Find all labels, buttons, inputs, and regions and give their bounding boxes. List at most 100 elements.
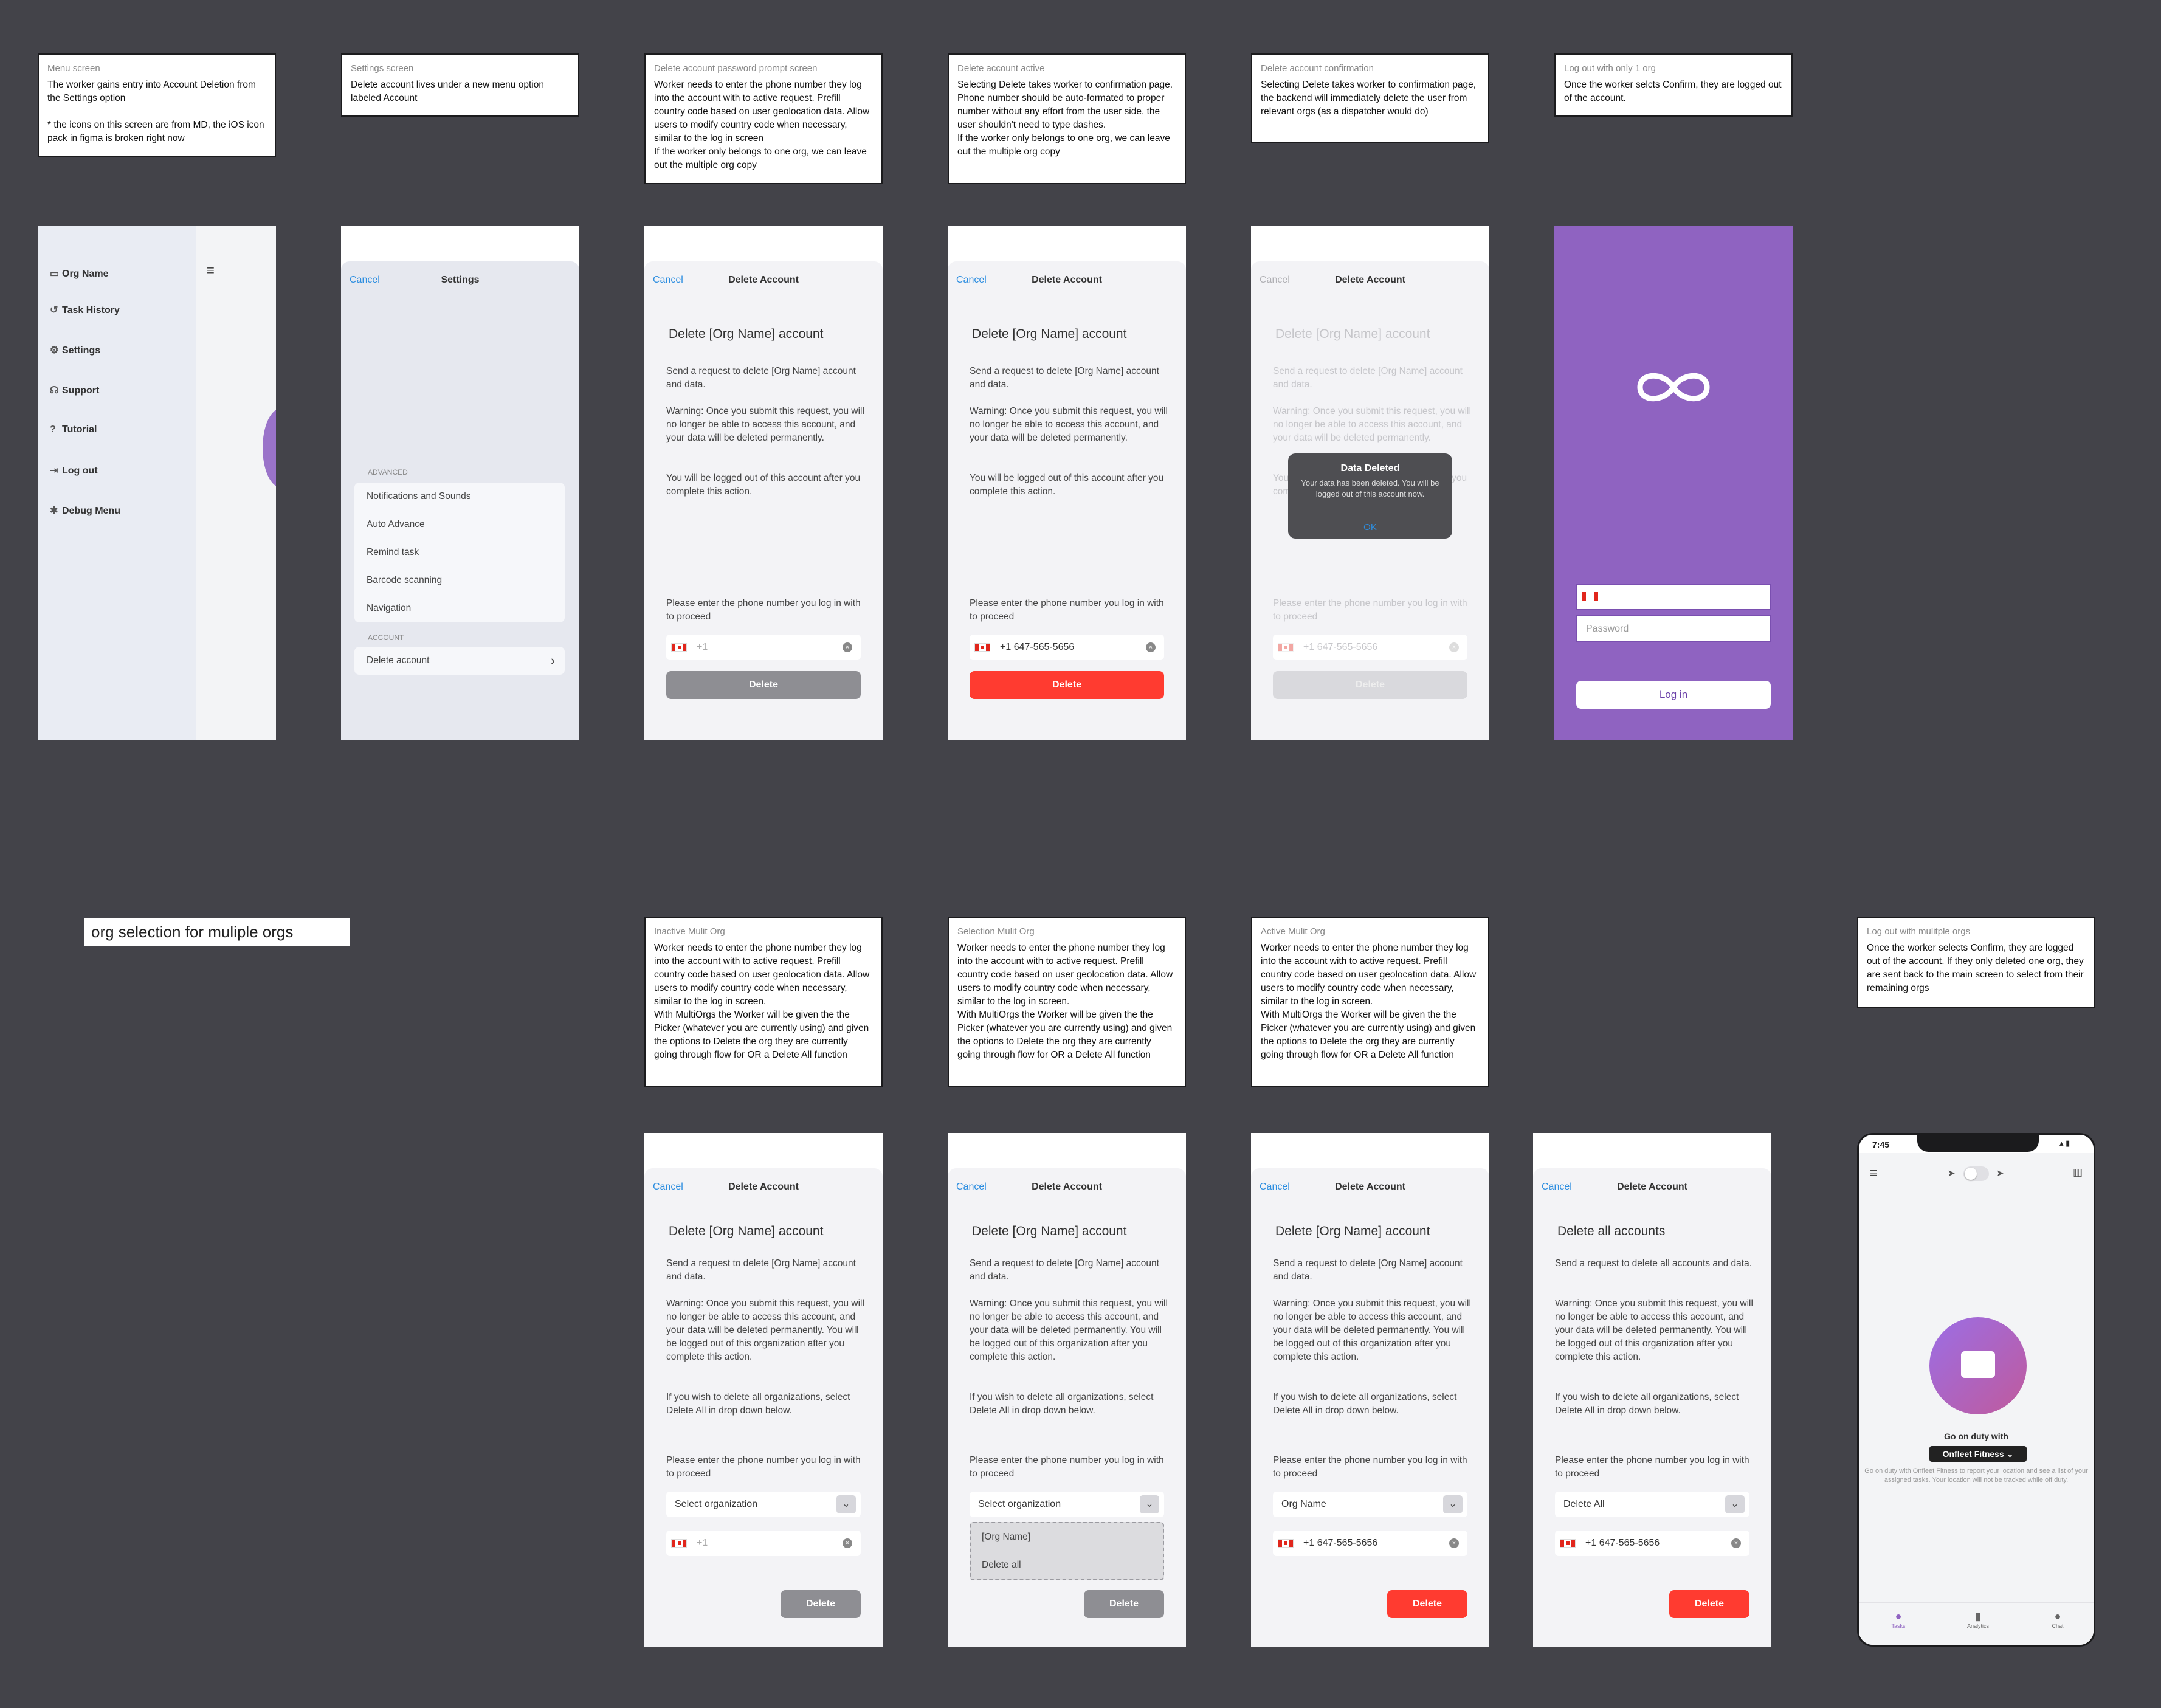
nav-title: Delete Account	[1335, 1182, 1405, 1192]
menu-item-tutorial[interactable]: ? Tutorial	[50, 424, 97, 435]
canada-flag-icon[interactable]	[671, 1539, 687, 1548]
clear-icon[interactable]: ×	[1731, 1538, 1741, 1548]
menu-item-debug[interactable]: ✱ Debug Menu	[50, 504, 120, 517]
delete-intro: Send a request to delete [Org Name] acco…	[666, 366, 856, 390]
note-body: Once the worker selcts Confirm, they are…	[1564, 80, 1782, 103]
canada-flag-icon[interactable]	[974, 643, 990, 652]
settings-row[interactable]: Notifications and Sounds	[354, 483, 565, 511]
duty-description: Go on duty with Onfleet Fitness to repor…	[1864, 1467, 2088, 1484]
chevron-down-icon[interactable]: ⌄	[836, 1495, 856, 1513]
delete-button[interactable]: Delete	[970, 671, 1164, 699]
delete-button[interactable]: Delete	[1084, 1590, 1164, 1618]
hamburger-icon[interactable]: ≡	[1870, 1165, 1878, 1181]
menu-item-org-name[interactable]: ▭ Org Name	[50, 267, 108, 280]
delete-button[interactable]: Delete	[666, 671, 861, 699]
duty-toggle[interactable]	[1963, 1166, 1989, 1181]
note-title: Delete account password prompt screen	[654, 63, 818, 74]
tab-chat[interactable]: ● Chat	[2042, 1610, 2073, 1629]
section-header-advanced: ADVANCED	[368, 468, 408, 477]
org-select[interactable]: Select organization ⌄	[970, 1492, 1164, 1517]
delete-all-note: If you wish to delete all organizations,…	[1555, 1392, 1739, 1416]
canada-flag-icon[interactable]	[1582, 592, 1598, 601]
tab-analytics[interactable]: ▮ Analytics	[1962, 1610, 1994, 1629]
settings-row[interactable]: Barcode scanning	[354, 566, 565, 594]
canada-flag-icon[interactable]	[671, 643, 687, 652]
password-input[interactable]: Password	[1576, 615, 1771, 642]
chevron-down-icon[interactable]: ⌄	[1443, 1495, 1463, 1513]
tab-bar: ● Tasks ▮ Analytics ● Chat	[1859, 1602, 2094, 1645]
dropdown-option[interactable]: Delete all	[971, 1551, 1163, 1579]
tab-tasks[interactable]: ● Tasks	[1883, 1610, 1914, 1629]
menu-item-label: Support	[62, 385, 100, 396]
clear-icon[interactable]: ×	[843, 642, 852, 652]
org-select[interactable]: Delete All ⌄	[1555, 1492, 1749, 1517]
note-title: Delete account active	[957, 63, 1045, 74]
phone-input[interactable]: +1 647-565-5656 ×	[970, 635, 1164, 660]
note-body: Worker needs to enter the phone number t…	[957, 943, 1173, 1060]
alert-title: Data Deleted	[1340, 463, 1400, 473]
section-header-account: ACCOUNT	[368, 633, 404, 642]
settings-row[interactable]: Navigation	[354, 594, 565, 622]
menu-item-settings[interactable]: ⚙ Settings	[50, 344, 100, 356]
logout-note: You will be logged out of this account a…	[666, 473, 861, 497]
settings-row[interactable]: Auto Advance	[354, 511, 565, 539]
chat-icon: ●	[2054, 1610, 2061, 1622]
login-phone-input[interactable]	[1576, 584, 1771, 610]
navigation-icon[interactable]: ➤	[1996, 1168, 2004, 1179]
phone-input[interactable]: +1 647-565-5656 ×	[1273, 1531, 1467, 1556]
settings-row[interactable]: Remind task	[354, 539, 565, 566]
note-body: Selecting Delete takes worker to confirm…	[957, 80, 1173, 157]
org-dropdown-list: [Org Name] Delete all	[970, 1522, 1164, 1580]
login-button[interactable]: Log in	[1576, 681, 1771, 709]
note-inactive-multi-org: Inactive Mulit Org Worker needs to enter…	[644, 917, 883, 1087]
chevron-down-icon[interactable]: ⌄	[1140, 1495, 1159, 1513]
menu-item-label: Debug Menu	[62, 506, 120, 516]
menu-item-label: Org Name	[62, 269, 109, 279]
clear-icon[interactable]: ×	[843, 1538, 852, 1548]
org-select[interactable]: Org Name ⌄	[1273, 1492, 1467, 1517]
phone-value: +1 647-565-5656	[1303, 642, 1378, 652]
note-body: Worker needs to enter the phone number t…	[654, 80, 870, 170]
clear-icon[interactable]: ×	[1146, 642, 1156, 652]
menu-item-logout[interactable]: ⇥ Log out	[50, 464, 98, 477]
note-body: Selecting Delete takes worker to confirm…	[1261, 80, 1477, 117]
password-placeholder: Password	[1586, 624, 1629, 634]
delete-warning: Warning: Once you submit this request, y…	[1273, 1298, 1471, 1362]
clear-icon[interactable]: ×	[1449, 1538, 1459, 1548]
phone-prompt: Please enter the phone number you log in…	[1273, 1455, 1467, 1479]
multi-org-selection-screen: Cancel Delete Account Delete [Org Name] …	[948, 1133, 1186, 1647]
phone-input[interactable]: +1 647-565-5656 ×	[1555, 1531, 1749, 1556]
phone-input[interactable]: +1 ×	[666, 1531, 861, 1556]
menu-item-label: Task History	[62, 305, 120, 315]
delete-heading: Delete [Org Name] account	[669, 327, 824, 341]
delete-intro: Send a request to delete [Org Name] acco…	[970, 366, 1159, 390]
menu-item-support[interactable]: ☊ Support	[50, 384, 99, 396]
hamburger-icon[interactable]: ≡	[207, 263, 215, 278]
delete-button[interactable]: Delete	[781, 1590, 861, 1618]
org-picker[interactable]: Onfleet Fitness ⌄	[1929, 1446, 2027, 1462]
delete-button: Delete	[1273, 671, 1467, 699]
chevron-down-icon[interactable]: ⌄	[1725, 1495, 1745, 1513]
phone-prompt: Please enter the phone number you log in…	[666, 598, 861, 622]
org-select[interactable]: Select organization ⌄	[666, 1492, 861, 1517]
canada-flag-icon[interactable]	[1278, 1539, 1294, 1548]
menu-item-task-history[interactable]: ↺ Task History	[50, 304, 120, 316]
note-title: Delete account confirmation	[1261, 63, 1374, 74]
phone-input[interactable]: +1 ×	[666, 635, 861, 660]
map-icon[interactable]: ▥	[2073, 1166, 2083, 1179]
delete-all-heading: Delete all accounts	[1557, 1224, 1666, 1238]
delete-button[interactable]: Delete	[1387, 1590, 1467, 1618]
multi-org-active-screen: Cancel Delete Account Delete [Org Name] …	[1251, 1133, 1489, 1647]
note-title: Log out with only 1 org	[1564, 63, 1656, 74]
phone-prompt: Please enter the phone number you log in…	[1273, 598, 1467, 622]
alert-ok-button[interactable]: OK	[1288, 522, 1452, 532]
duty-button[interactable]	[1929, 1317, 2027, 1414]
briefcase-icon: ▭	[50, 269, 60, 279]
delete-warning: Warning: Once you submit this request, y…	[970, 406, 1168, 443]
dropdown-option[interactable]: [Org Name]	[971, 1523, 1163, 1551]
delete-button[interactable]: Delete	[1669, 1590, 1749, 1618]
delete-account-row[interactable]: Delete account ›	[354, 647, 565, 675]
logout-icon: ⇥	[50, 466, 58, 476]
canada-flag-icon[interactable]	[1560, 1539, 1576, 1548]
delete-all-screen: Cancel Delete Account Delete all account…	[1533, 1133, 1771, 1647]
